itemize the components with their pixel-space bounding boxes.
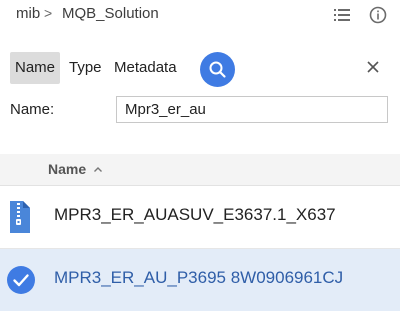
list-item-selected[interactable]: MPR3_ER_AU_P3695 8W0906961CJ [0,249,400,311]
breadcrumb-separator: > [44,5,53,21]
file-name: MPR3_ER_AU_P3695 8W0906961CJ [54,268,344,287]
check-circle-icon[interactable] [6,265,36,295]
list-item[interactable]: MPR3_ER_AUASUV_E3637.1_X637 [0,186,400,248]
zip-file-icon [10,201,30,233]
list-view-icon[interactable] [333,6,351,24]
file-name: MPR3_ER_AUASUV_E3637.1_X637 [54,205,336,224]
search-icon [209,61,226,78]
chip-name[interactable]: Name [10,52,60,84]
column-header-name[interactable]: Name [48,161,86,177]
sort-ascending-icon[interactable] [93,166,103,173]
close-icon[interactable] [364,58,382,76]
breadcrumb-root[interactable]: mib [16,5,40,22]
breadcrumb-current[interactable]: MQB_Solution [62,5,159,22]
search-button[interactable] [200,52,235,87]
name-input[interactable] [116,96,388,123]
chip-metadata[interactable]: Metadata [114,52,177,84]
chip-type[interactable]: Type [69,52,102,84]
info-icon[interactable] [369,6,387,24]
name-field-label: Name: [10,101,55,118]
filter-bar: Name Type Metadata [0,50,400,90]
list-header: Name [0,154,400,186]
top-bar: mib > MQB_Solution [0,0,400,32]
